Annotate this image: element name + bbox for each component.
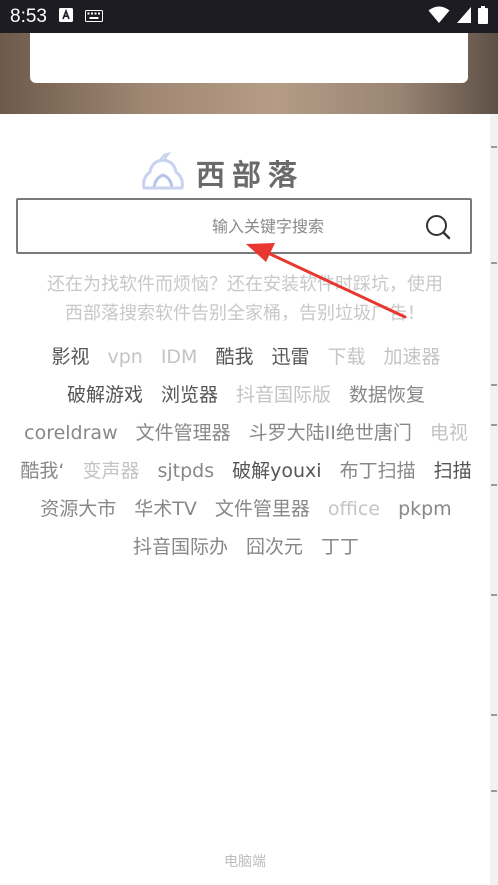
hot-tag[interactable]: vpn — [107, 342, 142, 372]
wifi-icon — [428, 6, 450, 28]
hot-tag[interactable]: IDM — [161, 342, 198, 372]
hot-tag[interactable]: 斗罗大陆II绝世唐门 — [249, 418, 412, 448]
hot-tag[interactable]: 囧次元 — [246, 532, 303, 562]
underlying-page-edge — [490, 114, 498, 885]
hot-tag[interactable]: sjtpds — [157, 456, 214, 486]
hot-tag[interactable]: 破解游戏 — [67, 380, 143, 410]
hot-tag[interactable]: 酷我‘ — [20, 456, 64, 486]
search-panel: 西部落 还在为找软件而烦恼？还在安装软件时踩坑，使用 西部落搜索软件告别全家桶，… — [0, 114, 490, 885]
status-time: 8:53 — [10, 5, 47, 27]
logo-text: 西部落 — [196, 158, 305, 192]
status-bar: 8:53 — [0, 0, 498, 33]
cloud-logo-icon — [140, 152, 186, 194]
tagline-line-2: 西部落搜索软件告别全家桶，告别垃圾广告！ — [65, 303, 425, 324]
hot-tags: 影视 vpn IDM 酷我 迅雷 下载 加速器破解游戏 浏览器 抖音国际版 数据恢复 coreldr… — [12, 342, 480, 562]
hot-tag[interactable]: 丁丁 — [321, 532, 359, 562]
signal-icon — [456, 6, 472, 28]
search-box[interactable] — [16, 198, 472, 254]
hot-tag[interactable]: 抖音国际办 — [133, 532, 228, 562]
hot-tag[interactable]: 迅雷 — [271, 342, 309, 372]
top-card — [30, 33, 468, 83]
hot-tag[interactable]: coreldraw — [24, 418, 118, 448]
hot-tag[interactable]: 文件管里器 — [215, 494, 310, 524]
hot-tag[interactable]: 加速器 — [384, 342, 441, 372]
hot-tag[interactable]: 抖音国际版 — [236, 380, 331, 410]
search-icon[interactable] — [424, 213, 452, 241]
keyboard-icon — [84, 7, 103, 26]
hot-tag[interactable]: 数据恢复 — [349, 380, 425, 410]
hot-tag[interactable]: 资源大市 — [40, 494, 116, 524]
hot-tag[interactable]: 扫描 — [434, 456, 472, 486]
text-a-icon — [58, 7, 73, 26]
hot-tag[interactable]: 电视 — [430, 418, 468, 448]
desktop-link[interactable]: 电脑端 — [0, 851, 490, 871]
hot-tag[interactable]: 变声器 — [82, 456, 139, 486]
hot-tag[interactable]: 影视 — [51, 342, 89, 372]
battery-icon — [478, 5, 488, 28]
hot-tag[interactable]: office — [328, 494, 380, 524]
search-input[interactable] — [18, 200, 418, 252]
hot-tag[interactable]: 下载 — [328, 342, 366, 372]
tagline-line-1: 还在为找软件而烦恼？还在安装软件时踩坑，使用 — [47, 274, 443, 295]
hot-tag[interactable]: 浏览器 — [161, 380, 218, 410]
hot-tag[interactable]: 破解youxi — [232, 456, 321, 486]
hot-tag[interactable]: 文件管理器 — [136, 418, 231, 448]
hot-tag[interactable]: 酷我 — [215, 342, 253, 372]
tagline: 还在为找软件而烦恼？还在安装软件时踩坑，使用 西部落搜索软件告别全家桶，告别垃圾… — [8, 270, 482, 328]
hot-tag[interactable]: 华术TV — [134, 494, 197, 524]
logo: 西部落 — [140, 152, 304, 194]
hot-tag[interactable]: 布丁扫描 — [340, 456, 416, 486]
hot-tag[interactable]: pkpm — [398, 494, 452, 524]
